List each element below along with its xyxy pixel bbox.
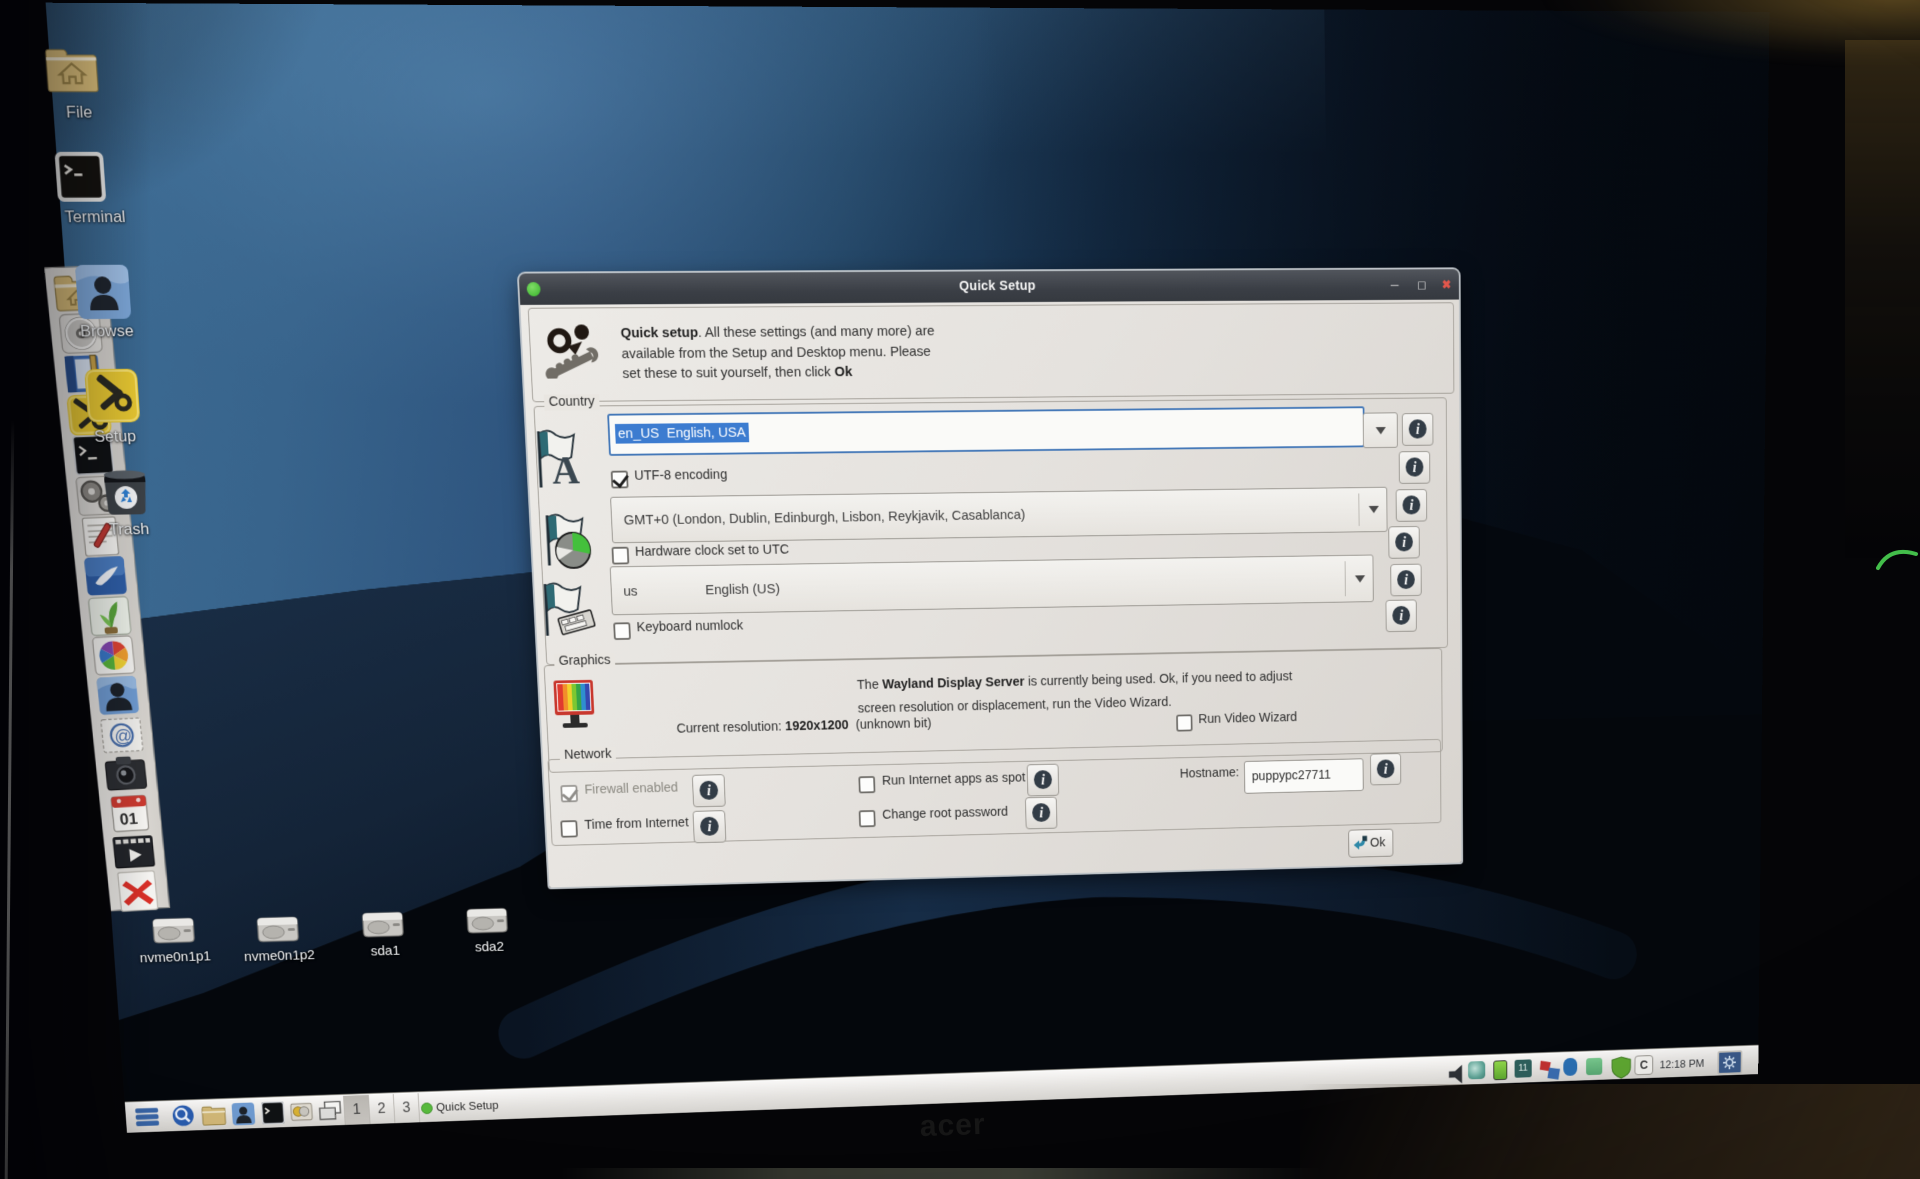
svg-text:A: A <box>551 448 581 492</box>
